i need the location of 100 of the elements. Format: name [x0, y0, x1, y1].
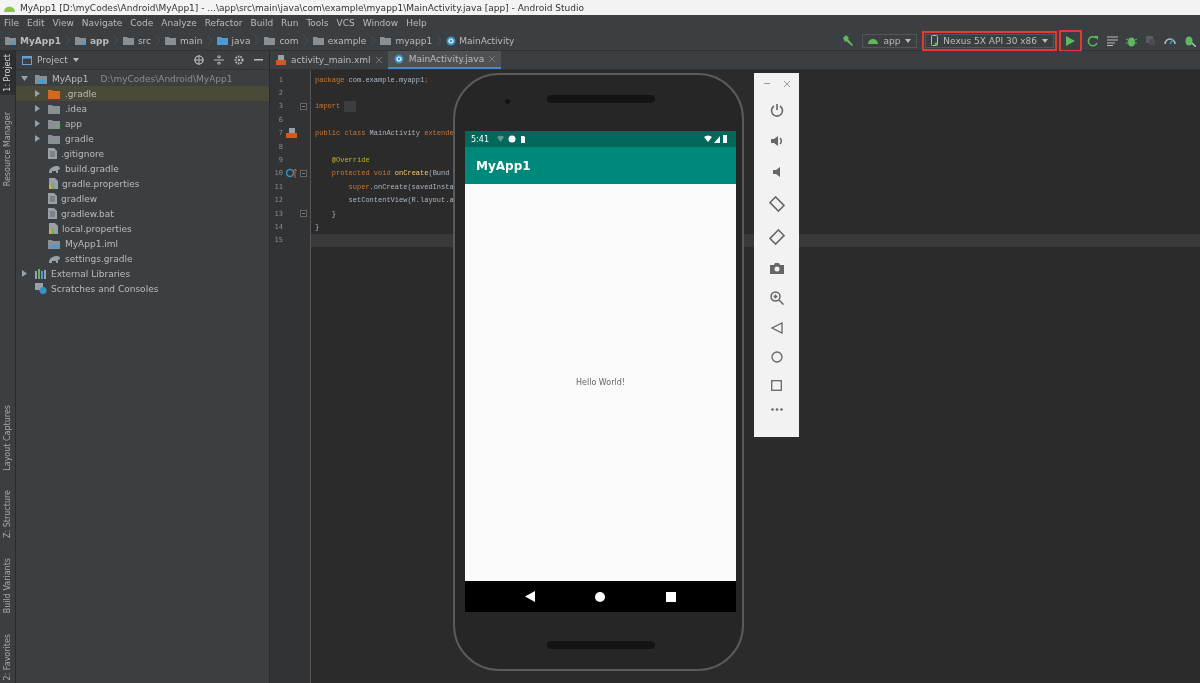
elephant-icon [48, 163, 61, 174]
rotate-left-icon[interactable] [768, 196, 785, 212]
module-icon [35, 73, 48, 84]
tool-window-tab[interactable]: Z: Structure [0, 487, 15, 542]
breadcrumb[interactable]: myapp1 [395, 35, 433, 46]
tree-item[interactable]: settings.gradle [16, 251, 269, 266]
tree-item[interactable]: gradlew [16, 191, 269, 206]
menu-item[interactable]: Window [362, 18, 399, 28]
debug-attach-icon[interactable] [1184, 34, 1196, 47]
properties-file-icon [48, 223, 58, 234]
tree-item-label: .idea [65, 103, 88, 114]
breadcrumb[interactable]: MyApp1 [20, 35, 61, 46]
device-dropdown[interactable]: Nexus 5X API 30 x86 [925, 33, 1054, 48]
run-configuration-dropdown[interactable]: app [862, 33, 918, 48]
locate-icon[interactable] [194, 55, 204, 65]
overview-icon[interactable] [665, 591, 676, 602]
fold-icon[interactable] [300, 210, 307, 218]
list-icon[interactable] [1107, 35, 1118, 46]
tree-item[interactable]: app [16, 116, 269, 131]
breadcrumb[interactable]: com [279, 35, 299, 46]
expand-arrow-icon[interactable] [34, 120, 41, 127]
menu-item[interactable]: Analyze [161, 18, 197, 28]
folder-icon [312, 35, 325, 46]
expand-arrow-icon[interactable] [34, 105, 41, 112]
tree-item[interactable]: .gitignore [16, 146, 269, 161]
folder-icon [48, 133, 61, 144]
tree-item[interactable]: Scratches and Consoles [16, 281, 269, 296]
volume-up-icon[interactable] [769, 134, 784, 148]
breadcrumb[interactable]: example [327, 35, 367, 46]
tree-item[interactable]: build.gradle [16, 161, 269, 176]
fold-icon[interactable] [300, 169, 307, 177]
folder-icon [48, 103, 61, 114]
home-icon[interactable] [595, 591, 606, 602]
tree-item[interactable]: gradle.properties [16, 176, 269, 191]
tree-item[interactable]: gradlew.bat [16, 206, 269, 221]
menu-item[interactable]: Edit [27, 18, 45, 28]
apply-changes-icon[interactable] [1087, 34, 1099, 47]
breadcrumb[interactable]: main [180, 35, 203, 46]
tool-window-tab[interactable]: Build Variants [0, 555, 15, 617]
breadcrumb[interactable]: app [89, 35, 109, 46]
menu-item[interactable]: VCS [336, 18, 355, 28]
menu-item[interactable]: Help [406, 18, 427, 28]
fold-icon[interactable] [300, 102, 307, 110]
tool-window-tab[interactable]: 2: Favorites [0, 630, 15, 683]
folder-icon [122, 35, 135, 46]
expand-arrow-icon[interactable] [34, 135, 41, 142]
override-icon[interactable] [285, 168, 297, 179]
panel-icon [22, 55, 32, 65]
folder-icon [48, 118, 61, 129]
expand-arrow-icon[interactable] [34, 90, 41, 97]
run-button[interactable] [1062, 32, 1079, 49]
tree-item[interactable]: gradle [16, 131, 269, 146]
tool-window-tab[interactable]: Resource Manager [0, 108, 15, 189]
tree-item[interactable]: local.properties [16, 221, 269, 236]
menu-item[interactable]: Code [130, 18, 154, 28]
settings-icon[interactable] [234, 55, 244, 65]
class-icon [393, 54, 404, 64]
file-icon [48, 148, 57, 159]
close-icon[interactable] [375, 57, 382, 63]
tool-window-tab[interactable]: Layout Captures [0, 401, 15, 474]
minimize-icon[interactable] [763, 83, 770, 85]
folder-icon [380, 35, 393, 46]
breadcrumb[interactable]: MainActivity [459, 35, 515, 46]
elephant-icon [48, 253, 61, 264]
tree-item-label: gradle [65, 133, 94, 144]
menu-item[interactable]: Run [281, 18, 299, 28]
tool-window-tab[interactable]: 1: Project [0, 51, 15, 95]
tree-item[interactable]: MyApp1 D:\myCodes\Android\MyApp1 [16, 71, 269, 86]
tree-item[interactable]: .idea [16, 101, 269, 116]
collapse-arrow-icon[interactable] [21, 75, 28, 82]
rotate-right-icon[interactable] [768, 229, 785, 245]
menu-item[interactable]: View [52, 18, 74, 28]
editor-tab[interactable]: MainActivity.java [387, 51, 502, 69]
editor-tab[interactable]: activity_main.xml [270, 51, 388, 69]
expand-arrow-icon[interactable] [21, 270, 28, 277]
hammer-icon[interactable] [842, 34, 855, 47]
collapse-all-icon[interactable] [214, 55, 224, 65]
layout-file-icon[interactable] [285, 128, 297, 139]
zoom-icon[interactable] [769, 291, 784, 305]
menu-item[interactable]: File [4, 18, 20, 28]
tree-item[interactable]: MyApp1.iml [16, 236, 269, 251]
back-icon[interactable] [525, 591, 536, 602]
menu-item[interactable]: Build [250, 18, 274, 28]
breadcrumb[interactable]: java [231, 35, 251, 46]
power-icon[interactable] [769, 103, 784, 117]
tree-item[interactable]: External Libraries [16, 266, 269, 281]
close-icon[interactable] [783, 81, 790, 87]
menu-item[interactable]: Tools [306, 18, 329, 28]
folder-icon [216, 35, 229, 46]
module-file-icon [48, 238, 61, 249]
menu-item[interactable]: Refactor [204, 18, 243, 28]
breadcrumb[interactable]: src [137, 35, 152, 46]
project-view-dropdown[interactable]: Project [22, 55, 79, 65]
more-icon[interactable] [770, 408, 783, 411]
gauge-icon[interactable] [1164, 36, 1176, 45]
camera-icon[interactable] [769, 262, 784, 274]
hello-text: Hello World! [576, 378, 625, 387]
menu-item[interactable]: Navigate [81, 18, 123, 28]
tree-item[interactable]: .gradle [16, 86, 269, 101]
tree-item-label: MyApp1.iml [65, 238, 119, 249]
